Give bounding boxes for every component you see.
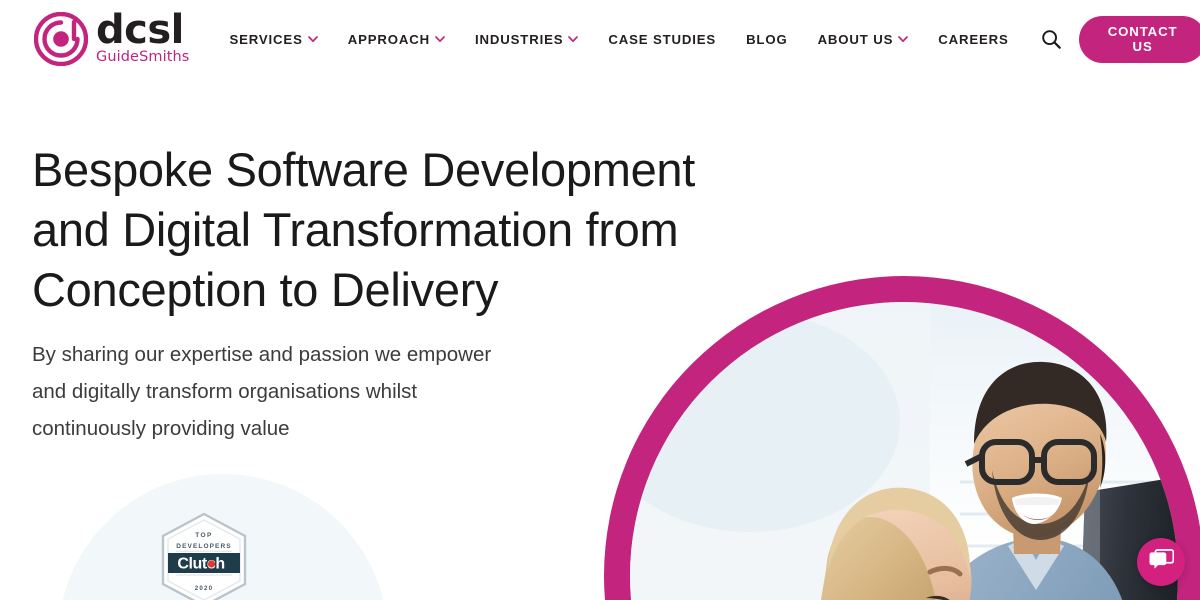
clutch-award-badge[interactable]: TOP DEVELOPERS Clutch 2020 xyxy=(160,512,248,600)
page-title: Bespoke Software Development and Digital… xyxy=(32,140,732,320)
nav-label: SERVICES xyxy=(229,31,303,47)
dcsl-circle-logo-icon xyxy=(33,11,89,67)
chevron-down-icon xyxy=(307,34,318,44)
chevron-down-icon xyxy=(435,34,445,44)
nav-label: ABOUT US xyxy=(817,31,894,47)
nav-label: CAREERS xyxy=(938,31,1009,47)
hero-subtitle: By sharing our expertise and passion we … xyxy=(32,336,732,447)
nav-item-careers[interactable]: CAREERS xyxy=(938,32,1008,47)
nav-item-industries[interactable]: INDUSTRIES xyxy=(475,31,579,47)
hero-subtitle-line-2: and digitally transform organisations wh… xyxy=(32,380,418,403)
badge-top-line: TOP xyxy=(195,532,212,539)
chat-widget-button[interactable] xyxy=(1137,538,1185,586)
nav-item-approach[interactable]: APPROACH xyxy=(348,32,445,47)
hero-title-line-3: Conception to Delivery xyxy=(32,263,499,316)
contact-us-button[interactable]: CONTACT US xyxy=(1078,15,1200,63)
nav-item-blog[interactable]: BLOG xyxy=(746,32,788,47)
logo-text: dcsl GuideSmiths xyxy=(96,7,190,66)
hero-title-line-2: and Digital Transformation from xyxy=(32,203,679,256)
nav-label: APPROACH xyxy=(347,31,431,47)
hero-text-block: Bespoke Software Development and Digital… xyxy=(32,140,732,447)
nav-label: BLOG xyxy=(746,31,788,47)
chat-bubble-icon xyxy=(1149,548,1174,576)
badge-year: 2020 xyxy=(195,585,214,592)
nav-item-services[interactable]: SERVICES xyxy=(229,31,318,47)
page-root: dcsl GuideSmiths SERVICES APPROACH INDUS… xyxy=(0,0,1200,600)
hero-subtitle-line-1: By sharing our expertise and passion we … xyxy=(32,343,492,366)
main-navigation: SERVICES APPROACH INDUSTRIES CASE STUDIE… xyxy=(229,32,1038,47)
badge-brand: Clutch xyxy=(177,556,224,573)
nav-label: CASE STUDIES xyxy=(608,31,717,47)
chevron-down-icon xyxy=(898,34,909,44)
site-header: dcsl GuideSmiths SERVICES APPROACH INDUS… xyxy=(0,0,1200,78)
nav-label: INDUSTRIES xyxy=(475,31,564,47)
chevron-down-icon xyxy=(568,34,579,44)
header-actions: CONTACT US xyxy=(1039,15,1200,63)
logo-tagline: GuideSmiths xyxy=(96,48,190,65)
logo-name: dcsl xyxy=(96,7,184,54)
nav-item-case-studies[interactable]: CASE STUDIES xyxy=(608,32,716,47)
nav-item-about-us[interactable]: ABOUT US xyxy=(818,32,909,47)
logo[interactable]: dcsl GuideSmiths xyxy=(33,7,190,67)
search-icon[interactable] xyxy=(1039,24,1063,54)
hero-title-line-1: Bespoke Software Development xyxy=(32,143,696,196)
hero-subtitle-line-3: continuously providing value xyxy=(32,417,290,440)
badge-second-line: DEVELOPERS xyxy=(176,543,231,550)
